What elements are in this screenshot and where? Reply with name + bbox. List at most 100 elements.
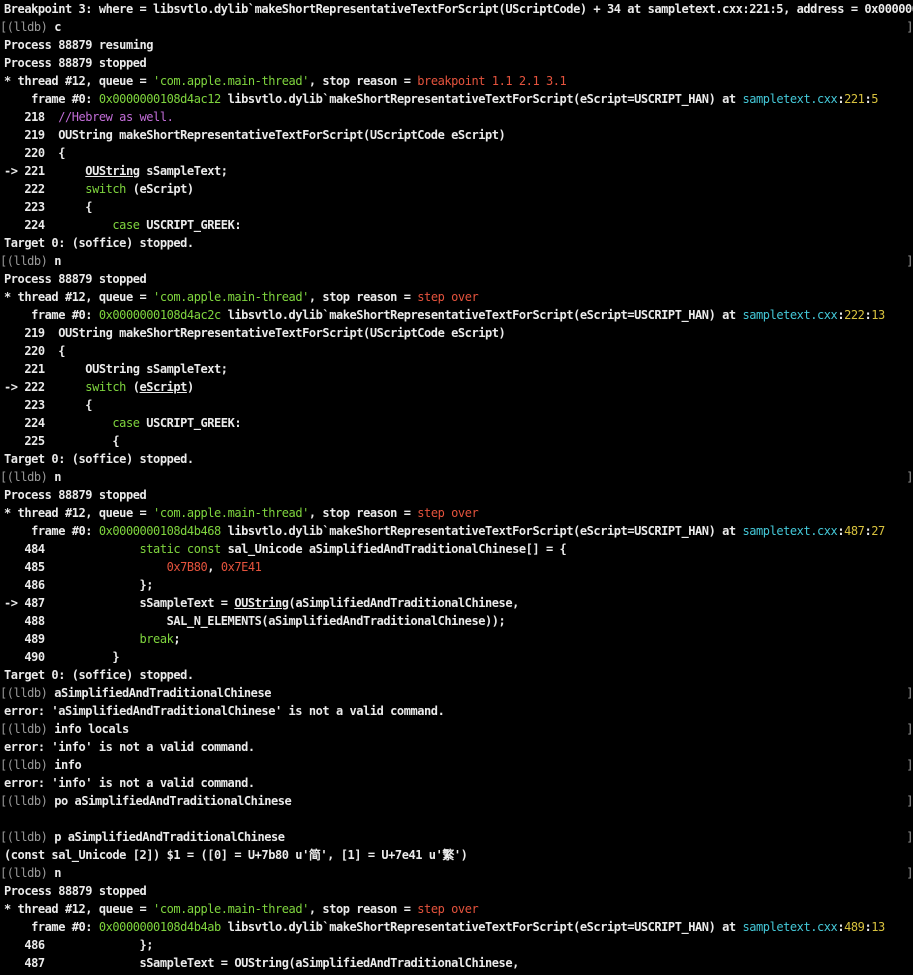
prompt-bracket-right: ] xyxy=(906,722,913,736)
prompt-bracket-left: [ xyxy=(0,254,7,268)
command-text: po aSimplifiedAndTraditionalChinese xyxy=(54,794,292,808)
command-text: p aSimplifiedAndTraditionalChinese xyxy=(54,830,285,844)
output-segment: 'com.apple.main-thread' xyxy=(153,74,309,88)
output-segment: , stop reason = xyxy=(308,290,418,304)
output-line: 223 { xyxy=(0,396,913,414)
output-line: 221 OUString sSampleText; xyxy=(0,360,913,378)
output-segment: 0x7B80 xyxy=(166,560,208,574)
output-segment: 221 xyxy=(844,92,865,106)
output-line: * thread #12, queue = 'com.apple.main-th… xyxy=(0,288,913,306)
prompt-bracket-left: [ xyxy=(0,722,7,736)
command-text: c xyxy=(54,20,61,34)
output-line: 486 }; xyxy=(0,576,913,594)
prompt-line: [(lldb) n] xyxy=(0,864,913,882)
output-segment: switch xyxy=(85,182,126,196)
output-line: Process 88879 stopped xyxy=(0,882,913,900)
output-line: error: 'aSimplifiedAndTraditionalChinese… xyxy=(0,702,913,720)
prompt-label: (lldb) xyxy=(6,722,48,736)
output-line: 225 { xyxy=(0,432,913,450)
prompt-bracket-right: ] xyxy=(906,794,913,808)
output-segment: 221 OUString sSampleText; xyxy=(4,362,228,376)
command-text: n xyxy=(54,470,61,484)
output-segment: libsvtlo.dylib`makeShortRepresentativeTe… xyxy=(220,92,743,106)
output-segment: * thread #12, queue = xyxy=(4,74,154,88)
output-segment: step over xyxy=(417,902,479,916)
output-line: Target 0: (soffice) stopped. xyxy=(0,666,913,684)
output-segment: 489 xyxy=(4,632,140,646)
output-segment: step over xyxy=(417,290,479,304)
output-segment: 222 xyxy=(844,308,865,322)
output-line: frame #0: 0x0000000108d4ac12 libsvtlo.dy… xyxy=(0,90,913,108)
prompt-bracket-left: [ xyxy=(0,20,7,34)
output-segment: static const xyxy=(139,542,222,556)
output-segment: frame #0: xyxy=(4,92,99,106)
output-line: 484 static const sal_Unicode aSimplified… xyxy=(0,540,913,558)
output-line: frame #0: 0x0000000108d4b4ab libsvtlo.dy… xyxy=(0,918,913,936)
output-line: 485 0x7B80, 0x7E41 xyxy=(0,558,913,576)
prompt-bracket-right: ] xyxy=(906,470,913,484)
output-line: -> 487 sSampleText = OUString(aSimplifie… xyxy=(0,594,913,612)
output-segment: 0x0000000108d4b4ab xyxy=(98,920,221,934)
output-segment: 'com.apple.main-thread' xyxy=(153,506,309,520)
output-segment: 0x0000000108d4b468 xyxy=(98,524,221,538)
output-line: Breakpoint 3: where = libsvtlo.dylib`mak… xyxy=(0,0,913,18)
prompt-bracket-left: [ xyxy=(0,686,7,700)
prompt-line: [(lldb) info locals] xyxy=(0,720,913,738)
output-segment: sampletext.cxx xyxy=(742,92,838,106)
output-segment: sal_Unicode aSimplifiedAndTraditionalChi… xyxy=(220,542,567,556)
prompt-label: (lldb) xyxy=(6,758,48,772)
output-line: -> 222 switch (eScript) xyxy=(0,378,913,396)
output-segment: //Hebrew as well. xyxy=(58,110,174,124)
prompt-bracket-right: ] xyxy=(906,830,913,844)
output-line: * thread #12, queue = 'com.apple.main-th… xyxy=(0,72,913,90)
output-line: Process 88879 resuming xyxy=(0,36,913,54)
output-segment: Target 0: (soffice) stopped. xyxy=(4,236,194,250)
output-segment: Target 0: (soffice) stopped. xyxy=(4,452,194,466)
output-segment: OUString xyxy=(85,164,140,178)
prompt-label: (lldb) xyxy=(6,866,48,880)
output-segment: * thread #12, queue = xyxy=(4,902,154,916)
output-line: Target 0: (soffice) stopped. xyxy=(0,234,913,252)
prompt-bracket-right: ] xyxy=(906,866,913,880)
output-line: 218 //Hebrew as well. xyxy=(0,108,913,126)
output-line: 224 case USCRIPT_GREEK: xyxy=(0,216,913,234)
output-segment: 'com.apple.main-thread' xyxy=(153,290,309,304)
prompt-line: [(lldb) c] xyxy=(0,18,913,36)
prompt-line: [(lldb) p aSimplifiedAndTraditionalChine… xyxy=(0,828,913,846)
prompt-line: [(lldb) n] xyxy=(0,468,913,486)
output-segment: Breakpoint 3: where = libsvtlo.dylib`mak… xyxy=(4,2,913,16)
prompt-label: (lldb) xyxy=(6,830,48,844)
prompt-line: [(lldb) info] xyxy=(0,756,913,774)
output-line: Process 88879 stopped xyxy=(0,486,913,504)
output-line: 486 }; xyxy=(0,936,913,954)
output-segment: frame #0: xyxy=(4,308,99,322)
terminal-window[interactable]: Breakpoint 3: where = libsvtlo.dylib`mak… xyxy=(0,0,913,975)
output-line: Process 88879 stopped xyxy=(0,54,913,72)
output-segment: ; xyxy=(173,632,181,646)
output-segment: 13 xyxy=(871,308,885,322)
output-segment: * thread #12, queue = xyxy=(4,506,154,520)
output-segment: step over xyxy=(417,506,479,520)
output-segment: 486 }; xyxy=(4,578,154,592)
output-segment: -> 222 xyxy=(4,380,86,394)
output-segment: 484 xyxy=(4,542,140,556)
output-segment: break xyxy=(139,632,174,646)
prompt-bracket-left: [ xyxy=(0,830,7,844)
output-segment: sampletext.cxx xyxy=(742,920,838,934)
prompt-label: (lldb) xyxy=(6,20,48,34)
output-segment: sampletext.cxx xyxy=(742,524,838,538)
prompt-line: [(lldb) n] xyxy=(0,252,913,270)
output-segment: switch xyxy=(85,380,126,394)
output-segment: 488 SAL_N_ELEMENTS(aSimplifiedAndTraditi… xyxy=(4,614,506,628)
output-segment: 489 xyxy=(844,920,865,934)
output-segment: 224 xyxy=(4,218,113,232)
output-line: 488 SAL_N_ELEMENTS(aSimplifiedAndTraditi… xyxy=(0,612,913,630)
output-line: error: 'info' is not a valid command. xyxy=(0,774,913,792)
output-segment: sSampleText; xyxy=(139,164,228,178)
output-line: 219 OUString makeShortRepresentativeText… xyxy=(0,324,913,342)
output-segment: frame #0: xyxy=(4,524,99,538)
output-line: 224 case USCRIPT_GREEK: xyxy=(0,414,913,432)
output-segment: , stop reason = xyxy=(308,902,418,916)
output-line: 220 { xyxy=(0,144,913,162)
